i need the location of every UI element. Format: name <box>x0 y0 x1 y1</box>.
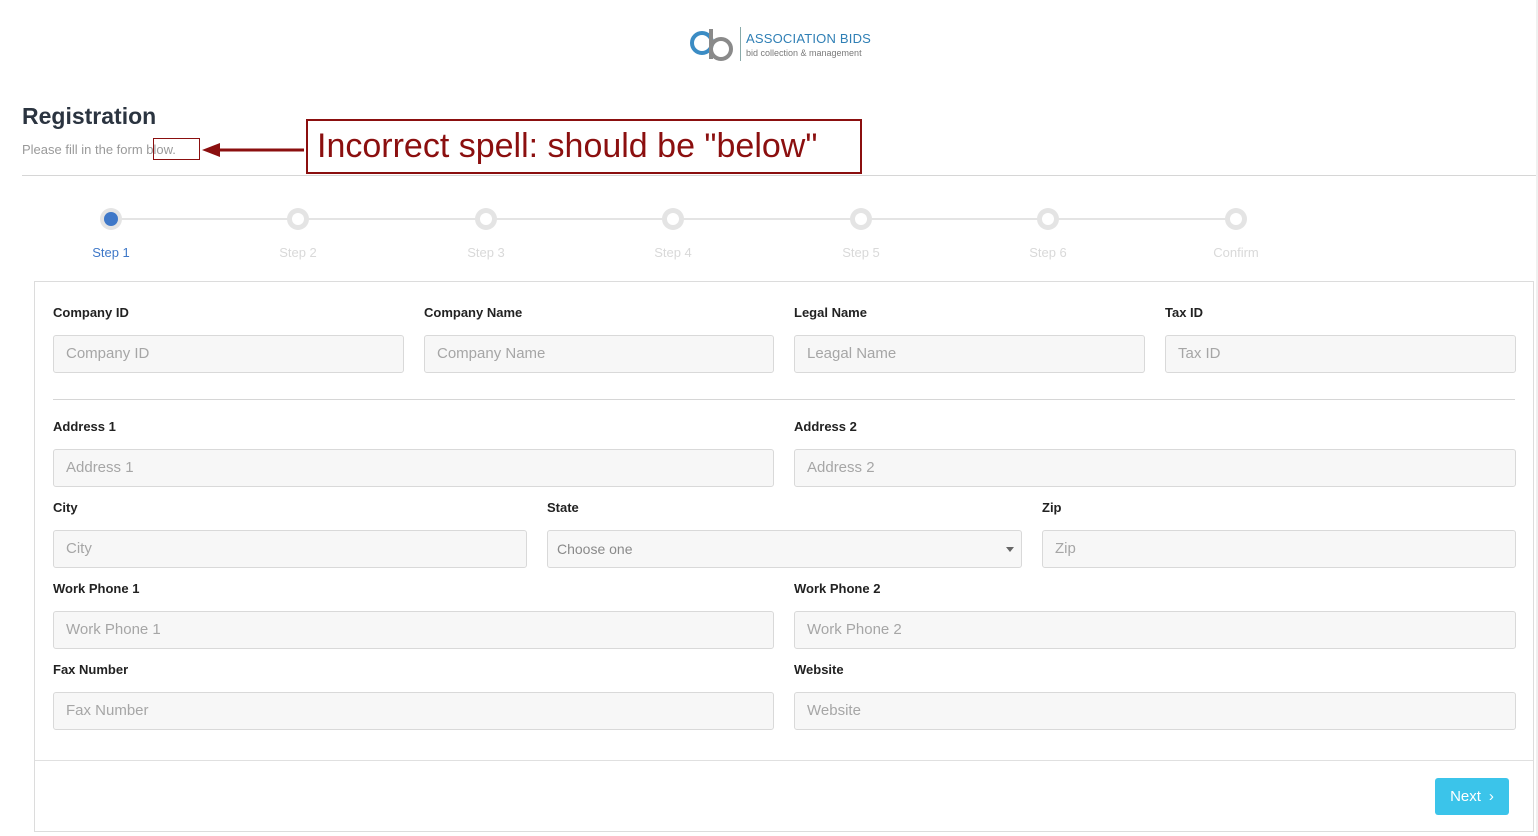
legal-name-group: Legal Name Leagal Name <box>794 304 1145 373</box>
association-bids-logo-icon <box>690 29 733 61</box>
step-dot-icon <box>850 208 872 230</box>
section-divider <box>53 399 1515 400</box>
step-label: Step 6 <box>1029 245 1067 260</box>
step-label: Step 2 <box>279 245 317 260</box>
state-group: State Choose one <box>547 499 1022 568</box>
work-phone2-group: Work Phone 2 Work Phone 2 <box>794 580 1516 649</box>
step-label: Step 1 <box>92 245 130 260</box>
address1-input[interactable]: Address 1 <box>53 449 774 487</box>
work-phone2-input[interactable]: Work Phone 2 <box>794 611 1516 649</box>
state-select-value: Choose one <box>557 541 633 557</box>
logo-divider <box>740 27 741 61</box>
step-dot-icon <box>1225 208 1247 230</box>
step-1[interactable]: Step 1 <box>61 205 161 260</box>
company-id-label: Company ID <box>53 305 129 320</box>
work-phone1-input[interactable]: Work Phone 1 <box>53 611 774 649</box>
error-highlight-box <box>153 138 200 160</box>
website-label: Website <box>794 662 844 677</box>
address1-group: Address 1 Address 1 <box>53 418 774 487</box>
tax-id-group: Tax ID Tax ID <box>1165 304 1516 373</box>
step-5[interactable]: Step 5 <box>811 205 911 260</box>
caret-down-icon <box>1006 547 1014 552</box>
city-label: City <box>53 500 78 515</box>
next-button-label: Next <box>1450 788 1481 805</box>
registration-form-card: Company ID Company ID Company Name Compa… <box>34 281 1534 832</box>
company-id-group: Company ID Company ID <box>53 304 404 373</box>
next-button[interactable]: Next › <box>1435 778 1509 815</box>
step-6[interactable]: Step 6 <box>998 205 1098 260</box>
step-label: Step 3 <box>467 245 505 260</box>
step-dot-icon <box>662 208 684 230</box>
address2-input[interactable]: Address 2 <box>794 449 1516 487</box>
step-confirm[interactable]: Confirm <box>1186 205 1286 260</box>
step-dot-icon <box>475 208 497 230</box>
step-label: Step 4 <box>654 245 692 260</box>
address2-group: Address 2 Address 2 <box>794 418 1516 487</box>
logo-name: ASSOCIATION BIDS <box>746 31 872 46</box>
step-label: Step 5 <box>842 245 880 260</box>
tax-id-label: Tax ID <box>1165 305 1204 320</box>
step-4[interactable]: Step 4 <box>623 205 723 260</box>
address2-label: Address 2 <box>794 419 857 434</box>
logo-tagline: bid collection & management <box>746 48 862 58</box>
state-select[interactable]: Choose one <box>547 530 1022 568</box>
zip-group: Zip Zip <box>1042 499 1516 568</box>
work-phone2-label: Work Phone 2 <box>794 581 881 596</box>
fax-input[interactable]: Fax Number <box>53 692 774 730</box>
company-name-input[interactable]: Company Name <box>424 335 774 373</box>
legal-name-input[interactable]: Leagal Name <box>794 335 1145 373</box>
address1-label: Address 1 <box>53 419 116 434</box>
city-group: City City <box>53 499 527 568</box>
footer-divider <box>35 760 1533 761</box>
chevron-right-icon: › <box>1488 788 1494 805</box>
annotation-callout: Incorrect spell: should be "below" <box>306 119 862 174</box>
company-name-group: Company Name Company Name <box>424 304 774 373</box>
legal-name-label: Legal Name <box>794 305 867 320</box>
page-title: Registration <box>22 103 157 129</box>
step-dot-icon <box>1037 208 1059 230</box>
state-label: State <box>547 500 579 515</box>
tax-id-input[interactable]: Tax ID <box>1165 335 1516 373</box>
company-name-label: Company Name <box>424 305 523 320</box>
step-label: Confirm <box>1213 245 1259 260</box>
work-phone1-label: Work Phone 1 <box>53 581 140 596</box>
step-dot-icon <box>100 208 122 230</box>
header-divider <box>22 175 1538 176</box>
zip-input[interactable]: Zip <box>1042 530 1516 568</box>
fax-label: Fax Number <box>53 662 129 677</box>
step-2[interactable]: Step 2 <box>248 205 348 260</box>
zip-label: Zip <box>1042 500 1062 515</box>
city-input[interactable]: City <box>53 530 527 568</box>
progress-stepper: Step 1 Step 2 Step 3 Step 4 Step 5 Step … <box>0 205 1538 265</box>
step-3[interactable]: Step 3 <box>436 205 536 260</box>
step-dot-icon <box>287 208 309 230</box>
fax-group: Fax Number Fax Number <box>53 661 774 730</box>
website-group: Website Website <box>794 661 1516 730</box>
website-input[interactable]: Website <box>794 692 1516 730</box>
company-id-input[interactable]: Company ID <box>53 335 404 373</box>
work-phone1-group: Work Phone 1 Work Phone 1 <box>53 580 774 649</box>
annotation-arrow-icon <box>202 143 304 157</box>
